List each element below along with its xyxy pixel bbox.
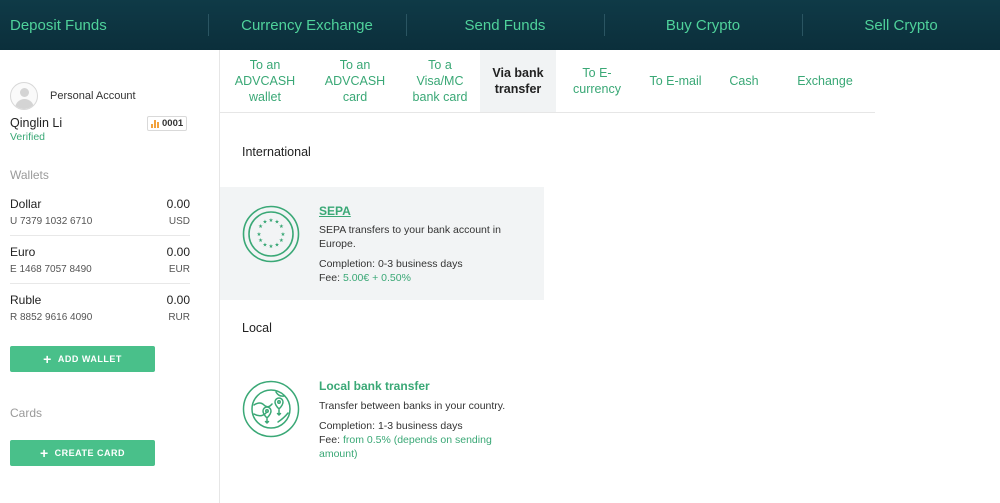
wallet-name: Euro [10,245,36,259]
local-transfer-completion: Completion: 1-3 business days [319,420,463,432]
wallet-name: Dollar [10,197,42,211]
fee-label: Fee: [319,272,341,284]
nav-currency-exchange[interactable]: Currency Exchange [208,0,406,50]
wallet-name: Ruble [10,293,42,307]
local-heading: Local [242,321,272,335]
wallet-item-euro[interactable]: Euro 0.00 E 1468 7057 8490 EUR [10,236,190,284]
sepa-description: SEPA transfers to your bank account in E… [319,224,501,250]
wallet-item-dollar[interactable]: Dollar 0.00 U 7379 1032 6710 USD [10,188,190,236]
sidebar: Personal Account Qinglin Li Verified 000… [0,50,220,503]
wallet-amount: 0.00 [166,245,190,259]
wallet-amount: 0.00 [166,197,190,211]
fee-label: Fee: [319,434,341,446]
account-badge: 0001 [147,116,188,131]
transfer-tabs: To an ADVCASH wallet To an ADVCASH card … [220,50,875,113]
tab-e-currency[interactable]: To E-currency [556,50,638,112]
sepa-title[interactable]: SEPA [319,204,351,218]
international-heading: International [242,145,311,159]
svg-text:★: ★ [258,238,263,244]
create-card-label: CREATE CARD [54,448,126,458]
wallet-amount: 0.00 [166,293,190,307]
tab-e-mail[interactable]: To E-mail [638,50,713,112]
wallets-title: Wallets [10,168,49,182]
wallet-item-ruble[interactable]: Ruble 0.00 R 8852 9616 4090 RUR [10,284,190,332]
sepa-fee: Fee: 5.00€ + 0.50% [319,271,529,285]
user-name: Qinglin Li [10,116,63,130]
globe-location-icon [242,380,300,438]
nav-send-funds[interactable]: Send Funds [406,0,604,50]
nav-sell-crypto[interactable]: Sell Crypto [802,0,1000,50]
sepa-option[interactable]: ★ ★ ★ ★ ★ ★ ★ ★ ★ ★ ★ ★ SEPA SEPA transf… [220,187,544,300]
fee-value: 5.00€ + 0.50% [342,272,411,284]
plus-icon: + [39,445,49,461]
plus-icon: + [43,351,52,367]
tab-bank-transfer[interactable]: Via bank transfer [480,50,556,112]
tab-advcash-wallet[interactable]: To an ADVCASH wallet [220,50,310,112]
svg-text:★: ★ [269,244,274,250]
wallet-number: U 7379 1032 6710 [10,216,93,227]
create-card-button[interactable]: + CREATE CARD [10,440,155,466]
nav-buy-crypto[interactable]: Buy Crypto [604,0,802,50]
local-transfer-description: Transfer between banks in your country. [319,400,506,412]
cards-title: Cards [10,406,43,420]
wallet-currency: EUR [168,264,190,275]
add-wallet-label: ADD WALLET [57,354,122,364]
tab-cash[interactable]: Cash [713,50,775,112]
svg-text:★: ★ [269,218,274,224]
fee-value: from 0.5% (depends on sending amount) [319,434,492,460]
local-transfer-fee: Fee: from 0.5% (depends on sending amoun… [319,433,529,461]
add-wallet-button[interactable]: + ADD WALLET [10,346,155,372]
verified-status: Verified [10,131,46,143]
top-nav: Deposit Funds Currency Exchange Send Fun… [0,0,1000,50]
local-transfer-title[interactable]: Local bank transfer [319,379,430,393]
nav-deposit-funds[interactable]: Deposit Funds [0,0,208,50]
avatar[interactable] [10,82,38,110]
account-badge-number: 0001 [162,118,184,129]
account-type: Personal Account [50,90,136,102]
svg-text:★: ★ [263,242,268,248]
wallet-number: E 1468 7057 8490 [10,264,92,275]
tab-visa-mc-card[interactable]: To a Visa/MC bank card [400,50,480,112]
eu-stars-icon: ★ ★ ★ ★ ★ ★ ★ ★ ★ ★ ★ ★ [242,205,300,263]
wallet-currency: USD [168,216,190,227]
local-transfer-option[interactable]: Local bank transfer Transfer between ban… [220,362,544,472]
svg-text:★: ★ [263,220,268,226]
svg-text:★: ★ [279,224,284,230]
wallet-number: R 8852 9616 4090 [10,312,93,323]
tab-exchange[interactable]: Exchange [775,50,875,112]
bar-chart-icon [151,119,159,128]
wallet-currency: RUR [168,312,190,323]
sepa-completion: Completion: 0-3 business days [319,258,463,270]
svg-text:★: ★ [275,242,280,248]
svg-text:★: ★ [279,238,284,244]
tab-advcash-card[interactable]: To an ADVCASH card [310,50,400,112]
svg-text:★: ★ [257,232,262,238]
